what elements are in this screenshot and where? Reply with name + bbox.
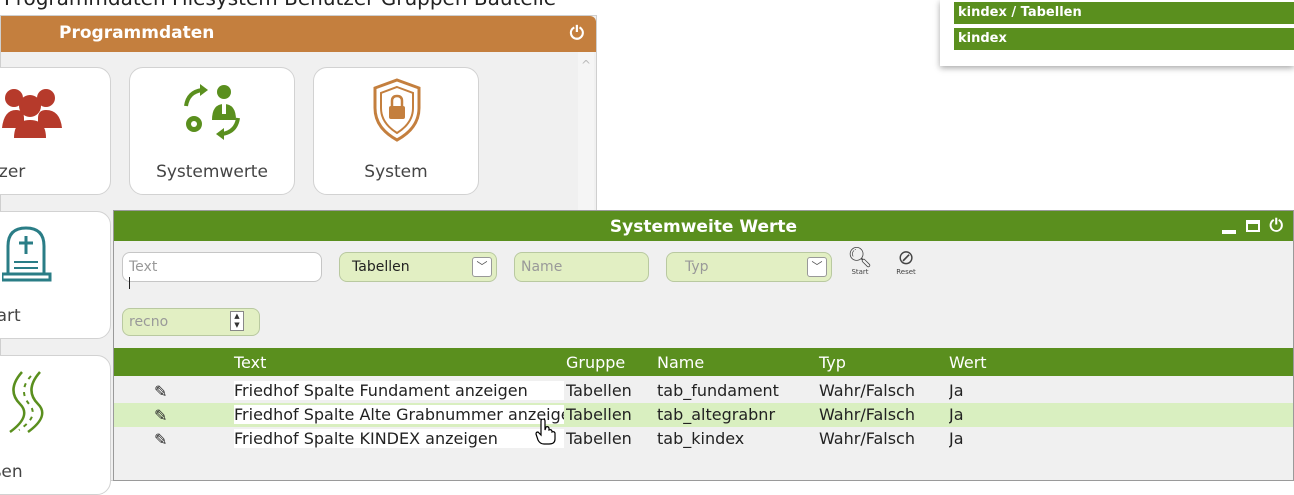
maximize-icon[interactable] — [1245, 220, 1260, 232]
tile-system[interactable]: System — [313, 67, 479, 195]
system-values-icon — [184, 84, 240, 140]
cell-text: Friedhof Spalte Fundament anzeigen — [234, 381, 564, 400]
text-filter-input[interactable]: Text — [122, 252, 322, 289]
chevron-down-icon[interactable]: ﹀ — [807, 257, 827, 277]
grave-icon — [2, 226, 52, 282]
table-row[interactable]: ✎ Friedhof Spalte KINDEX anzeigen Tabell… — [114, 427, 1293, 451]
input-placeholder: Text — [129, 259, 158, 275]
cell-typ: Wahr/Falsch — [819, 381, 915, 400]
cell-gruppe: Tabellen — [566, 381, 632, 400]
cell-typ: Wahr/Falsch — [819, 429, 915, 448]
table-header: Text Gruppe Name Typ Wert — [114, 348, 1293, 376]
popup-item[interactable]: kindex — [954, 28, 1294, 50]
cell-name: tab_kindex — [657, 429, 745, 448]
tile-label: Systemwerte — [156, 162, 268, 182]
cell-wert: Ja — [949, 405, 964, 424]
minimize-icon[interactable] — [1221, 230, 1236, 234]
power-icon[interactable]: ⏻ — [570, 23, 584, 44]
reset-button[interactable]: ⊘ Reset — [886, 246, 926, 276]
shield-lock-icon — [373, 78, 421, 142]
tile-label: System — [364, 162, 428, 182]
window-header: Systemweite Werte ⏻ — [114, 211, 1293, 241]
name-filter-input[interactable]: Name — [514, 252, 649, 282]
column-header[interactable]: Text — [234, 353, 266, 372]
tile-label: nutzer — [0, 162, 26, 182]
text-caret — [129, 277, 130, 289]
cell-name: tab_fundament — [657, 381, 779, 400]
power-icon[interactable]: ⏻ — [1270, 216, 1283, 236]
edit-icon[interactable]: ✎ — [154, 406, 170, 425]
cell-text: Friedhof Spalte Alte Grabnummer anzeigen — [234, 405, 564, 424]
select-placeholder: Typ — [685, 259, 709, 275]
group-select[interactable]: Tabellen ﹀ — [339, 252, 497, 282]
suggestion-popup: kindex / Tabellen kindex — [940, 0, 1294, 66]
cell-gruppe: Tabellen — [566, 429, 632, 448]
systemweite-werte-window: Systemweite Werte ⏻ Text Tabellen ﹀ Name… — [113, 210, 1294, 481]
popup-item[interactable]: kindex / Tabellen — [954, 2, 1294, 24]
input-placeholder: recno — [129, 314, 169, 330]
cell-name: tab_altegrabnr — [657, 405, 776, 424]
type-select[interactable]: Typ ﹀ — [666, 252, 832, 282]
column-header[interactable]: Typ — [819, 353, 846, 372]
cell-text: Friedhof Spalte KINDEX anzeigen — [234, 429, 564, 448]
recno-spinner[interactable]: ▲ ▼ — [230, 311, 244, 331]
chevron-down-icon[interactable]: ﹀ — [472, 257, 492, 277]
window-title: Systemweite Werte — [609, 217, 798, 237]
tile-strassen[interactable]: raßen — [0, 355, 111, 495]
cell-gruppe: Tabellen — [566, 405, 632, 424]
select-value: Tabellen — [352, 259, 410, 275]
tile-label: abart — [0, 306, 21, 326]
start-button[interactable]: 🔍︎ Start — [840, 246, 880, 276]
scroll-up-icon[interactable]: ^ — [581, 58, 591, 72]
tile-systemwerte[interactable]: Systemwerte — [129, 67, 295, 195]
cell-typ: Wahr/Falsch — [819, 405, 915, 424]
users-icon — [2, 89, 62, 138]
tile-grabart[interactable]: abart — [0, 211, 111, 339]
reset-icon: ⊘ — [897, 245, 915, 269]
search-icon: 🔍︎ — [847, 245, 873, 269]
table-row[interactable]: ✎ Friedhof Spalte Fundament anzeigen Tab… — [114, 379, 1293, 403]
column-header[interactable]: Gruppe — [566, 353, 625, 372]
button-label: Reset — [896, 268, 916, 276]
road-icon — [9, 371, 44, 434]
input-placeholder: Name — [521, 259, 563, 275]
column-header[interactable]: Wert — [949, 353, 987, 372]
cell-wert: Ja — [949, 429, 964, 448]
cell-wert: Ja — [949, 381, 964, 400]
panel-title: Programmdaten — [59, 23, 215, 43]
panel-header: Programmdaten ⏻ — [1, 16, 596, 52]
background-text: Programmdaten Filesystem Benutzer Gruppe… — [4, 0, 556, 10]
edit-icon[interactable]: ✎ — [154, 430, 170, 449]
button-label: Start — [851, 268, 869, 276]
edit-icon[interactable]: ✎ — [154, 382, 170, 401]
column-header[interactable]: Name — [657, 353, 704, 372]
table-row[interactable]: ✎ Friedhof Spalte Alte Grabnummer anzeig… — [114, 403, 1293, 427]
tile-benutzer[interactable]: nutzer — [0, 67, 111, 195]
tile-label: raßen — [0, 462, 23, 482]
